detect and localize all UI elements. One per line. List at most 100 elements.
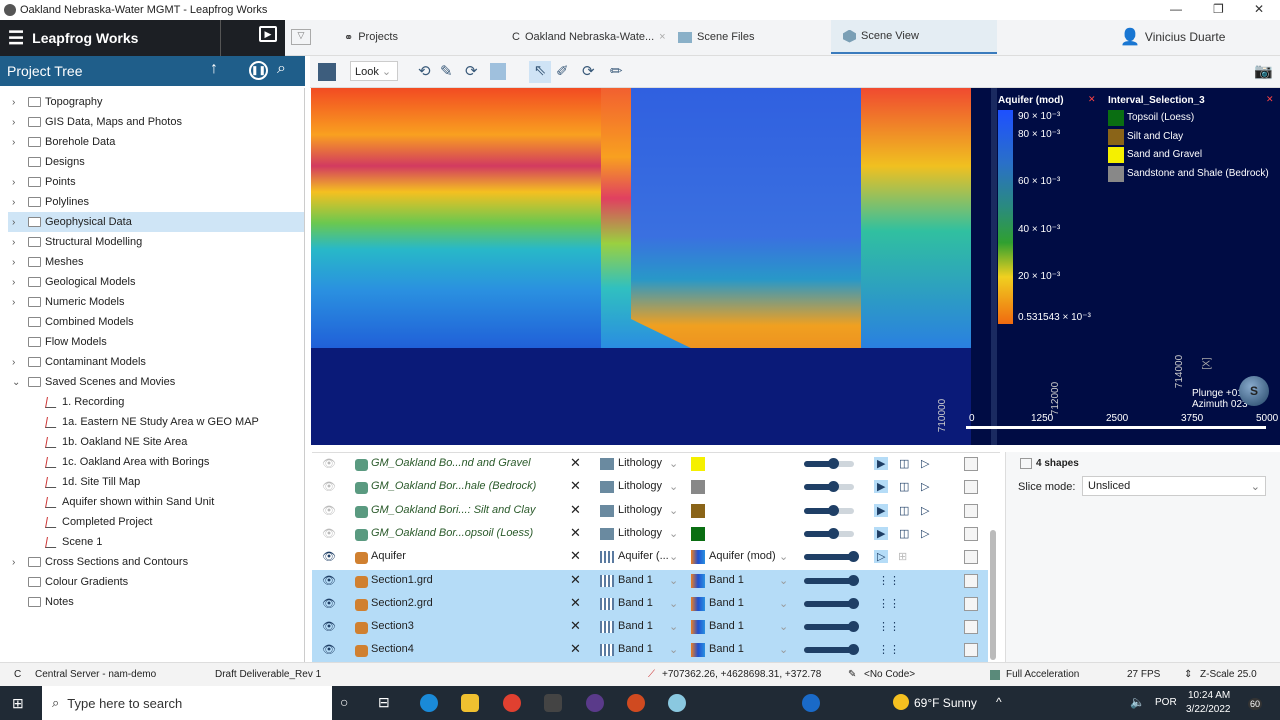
eye-icon[interactable]: 👁 bbox=[322, 620, 336, 633]
chevron-right-icon[interactable]: › bbox=[12, 277, 15, 288]
slice-mode-select[interactable]: Unsliced ⌄ bbox=[1082, 476, 1266, 496]
opacity-slider[interactable] bbox=[804, 621, 859, 633]
chevron-down-icon[interactable]: ⌄ bbox=[669, 597, 678, 610]
chevron-down-icon[interactable]: ⌄ bbox=[12, 377, 20, 388]
slice-icon[interactable]: ⟳ bbox=[465, 62, 478, 80]
render-outline-icon[interactable]: ▷ bbox=[921, 527, 929, 540]
colour-swatch[interactable] bbox=[691, 480, 705, 495]
layer-row[interactable]: 👁 GM_Oakland Bor...hale (Bedrock) ✕ Litholo… bbox=[312, 476, 988, 499]
column-select[interactable]: Lithology bbox=[618, 527, 662, 539]
tree-item[interactable]: Combined Models bbox=[8, 312, 304, 332]
colormap-select[interactable]: Band 1 bbox=[709, 643, 744, 655]
colormap-select[interactable]: Aquifer (mod) bbox=[709, 550, 776, 562]
close-legend-icon[interactable]: ✕ bbox=[1266, 94, 1274, 105]
opacity-slider[interactable] bbox=[804, 574, 859, 586]
tree-item[interactable]: › Meshes bbox=[8, 252, 304, 272]
properties-icon[interactable] bbox=[964, 503, 978, 518]
chevron-right-icon[interactable]: › bbox=[12, 177, 15, 188]
saved-scene-item[interactable]: 1d. Site Till Map bbox=[45, 472, 140, 492]
weather-label[interactable]: 69°F Sunny bbox=[914, 696, 977, 710]
render-edges-icon[interactable]: ◫ bbox=[899, 480, 909, 493]
snowflake-app-icon[interactable] bbox=[668, 694, 686, 712]
opacity-slider[interactable] bbox=[804, 458, 854, 469]
column-select[interactable]: Band 1 bbox=[618, 643, 653, 655]
chevron-right-icon[interactable]: › bbox=[12, 257, 15, 268]
colormap-select[interactable]: Band 1 bbox=[709, 620, 744, 632]
colormap-select[interactable]: Band 1 bbox=[709, 574, 744, 586]
edge-icon[interactable] bbox=[420, 694, 438, 712]
colour-swatch[interactable] bbox=[691, 457, 705, 471]
grid-icon[interactable]: ⊞ bbox=[898, 550, 907, 563]
volume-icon[interactable]: 🔈 bbox=[1130, 695, 1145, 709]
clear-scene-icon[interactable] bbox=[318, 63, 336, 81]
section-icon[interactable] bbox=[490, 63, 506, 80]
render-outline-icon[interactable]: ▷ bbox=[874, 550, 889, 564]
remove-icon[interactable]: ✕ bbox=[570, 641, 581, 657]
draw-polyline-icon[interactable]: ✎ bbox=[440, 62, 453, 80]
chevron-down-icon[interactable]: ⌄ bbox=[669, 480, 678, 493]
chevron-down-icon[interactable]: ⌄ bbox=[779, 597, 788, 610]
notification-badge[interactable]: 60 bbox=[1248, 698, 1263, 710]
opacity-slider[interactable] bbox=[804, 527, 854, 539]
menu-icon[interactable]: ☰ bbox=[8, 28, 24, 49]
tab-scene-files[interactable]: Scene Files bbox=[678, 20, 754, 54]
tab-projects[interactable]: ⚭ Projects bbox=[344, 20, 398, 54]
eye-hidden-icon[interactable]: 👁 bbox=[322, 457, 336, 470]
tree-item[interactable]: › Structural Modelling bbox=[8, 232, 304, 252]
tree-item[interactable]: › Numeric Models bbox=[8, 292, 304, 312]
column-select[interactable]: Band 1 bbox=[618, 597, 653, 609]
tree-item[interactable]: Designs bbox=[8, 152, 304, 172]
remove-icon[interactable]: ✕ bbox=[570, 525, 581, 541]
opacity-slider[interactable] bbox=[804, 551, 859, 563]
chevron-down-icon[interactable]: ⌄ bbox=[669, 457, 678, 470]
tree-item[interactable]: › Topography bbox=[8, 92, 304, 112]
render-solid-icon[interactable]: ▶ bbox=[874, 526, 889, 540]
layer-row[interactable]: 👁 GM_Oakland Bor...opsoil (Loess) ✕ Litholo… bbox=[312, 523, 988, 546]
tray-chevron-icon[interactable]: ^ bbox=[996, 695, 1002, 709]
column-select[interactable]: Aquifer (... bbox=[618, 550, 669, 562]
column-select[interactable]: Lithology bbox=[618, 457, 662, 469]
tabs-dropdown-button[interactable]: ▽ bbox=[291, 29, 311, 45]
tree-item[interactable]: Notes bbox=[8, 592, 304, 612]
properties-icon[interactable] bbox=[964, 620, 978, 635]
render-solid-icon[interactable]: ▶ bbox=[874, 503, 889, 517]
file-explorer-icon[interactable] bbox=[461, 694, 479, 712]
tree-item[interactable]: › Points bbox=[8, 172, 304, 192]
eye-icon[interactable]: 👁 bbox=[322, 550, 336, 563]
chevron-right-icon[interactable]: › bbox=[12, 297, 15, 308]
rotate-icon[interactable]: ⟲ bbox=[418, 62, 431, 80]
column-select[interactable]: Band 1 bbox=[618, 620, 653, 632]
remove-icon[interactable]: ✕ bbox=[570, 455, 581, 471]
tree-item[interactable]: ⌄ Saved Scenes and Movies bbox=[8, 372, 304, 392]
legend-toggle-icon[interactable]: ⋮⋮ bbox=[878, 597, 900, 610]
layer-row[interactable]: 👁 Aquifer ✕ Aquifer (... ⌄ Aquifer (mod) ⌄ ▷ ⊞ bbox=[312, 546, 988, 569]
properties-icon[interactable] bbox=[964, 526, 978, 541]
leapfrog-icon[interactable] bbox=[544, 694, 562, 712]
chevron-down-icon[interactable]: ⌄ bbox=[779, 574, 788, 587]
cortana-icon[interactable]: ○ bbox=[340, 694, 348, 710]
render-edges-icon[interactable]: ◫ bbox=[899, 527, 909, 540]
close-button[interactable]: ✕ bbox=[1254, 2, 1264, 16]
chevron-down-icon[interactable]: ⌄ bbox=[779, 550, 788, 563]
opacity-slider[interactable] bbox=[804, 597, 859, 609]
tree-item[interactable]: Colour Gradients bbox=[8, 572, 304, 592]
chevron-down-icon[interactable]: ⌄ bbox=[779, 620, 788, 633]
clock-time[interactable]: 10:24 AM bbox=[1188, 690, 1230, 701]
zscale-label[interactable]: Z-Scale 25.0 bbox=[1200, 669, 1257, 680]
help-icon[interactable] bbox=[802, 694, 820, 712]
render-outline-icon[interactable]: ▷ bbox=[921, 504, 929, 517]
language-indicator[interactable]: POR bbox=[1155, 697, 1177, 708]
remove-icon[interactable]: ✕ bbox=[570, 548, 581, 564]
chevron-down-icon[interactable]: ⌄ bbox=[669, 527, 678, 540]
saved-scene-item[interactable]: 1b. Oakland NE Site Area bbox=[45, 432, 187, 452]
opacity-slider[interactable] bbox=[804, 644, 859, 656]
layer-row[interactable]: 👁 GM_Oakland Bori...: Silt and Clay ✕ Litho… bbox=[312, 500, 988, 523]
render-outline-icon[interactable]: ▷ bbox=[921, 457, 929, 470]
properties-icon[interactable] bbox=[964, 643, 978, 658]
task-view-icon[interactable]: ⊟ bbox=[378, 694, 390, 711]
eye-hidden-icon[interactable]: 👁 bbox=[322, 480, 336, 493]
chevron-down-icon[interactable]: ⌄ bbox=[779, 643, 788, 656]
scene-viewport[interactable]: Aquifer (mod) ✕ 90 × 10⁻³ 80 × 10⁻³ 60 ×… bbox=[311, 88, 1280, 445]
chevron-down-icon[interactable]: ⌄ bbox=[669, 550, 678, 563]
code-label[interactable]: <No Code> bbox=[864, 669, 915, 680]
